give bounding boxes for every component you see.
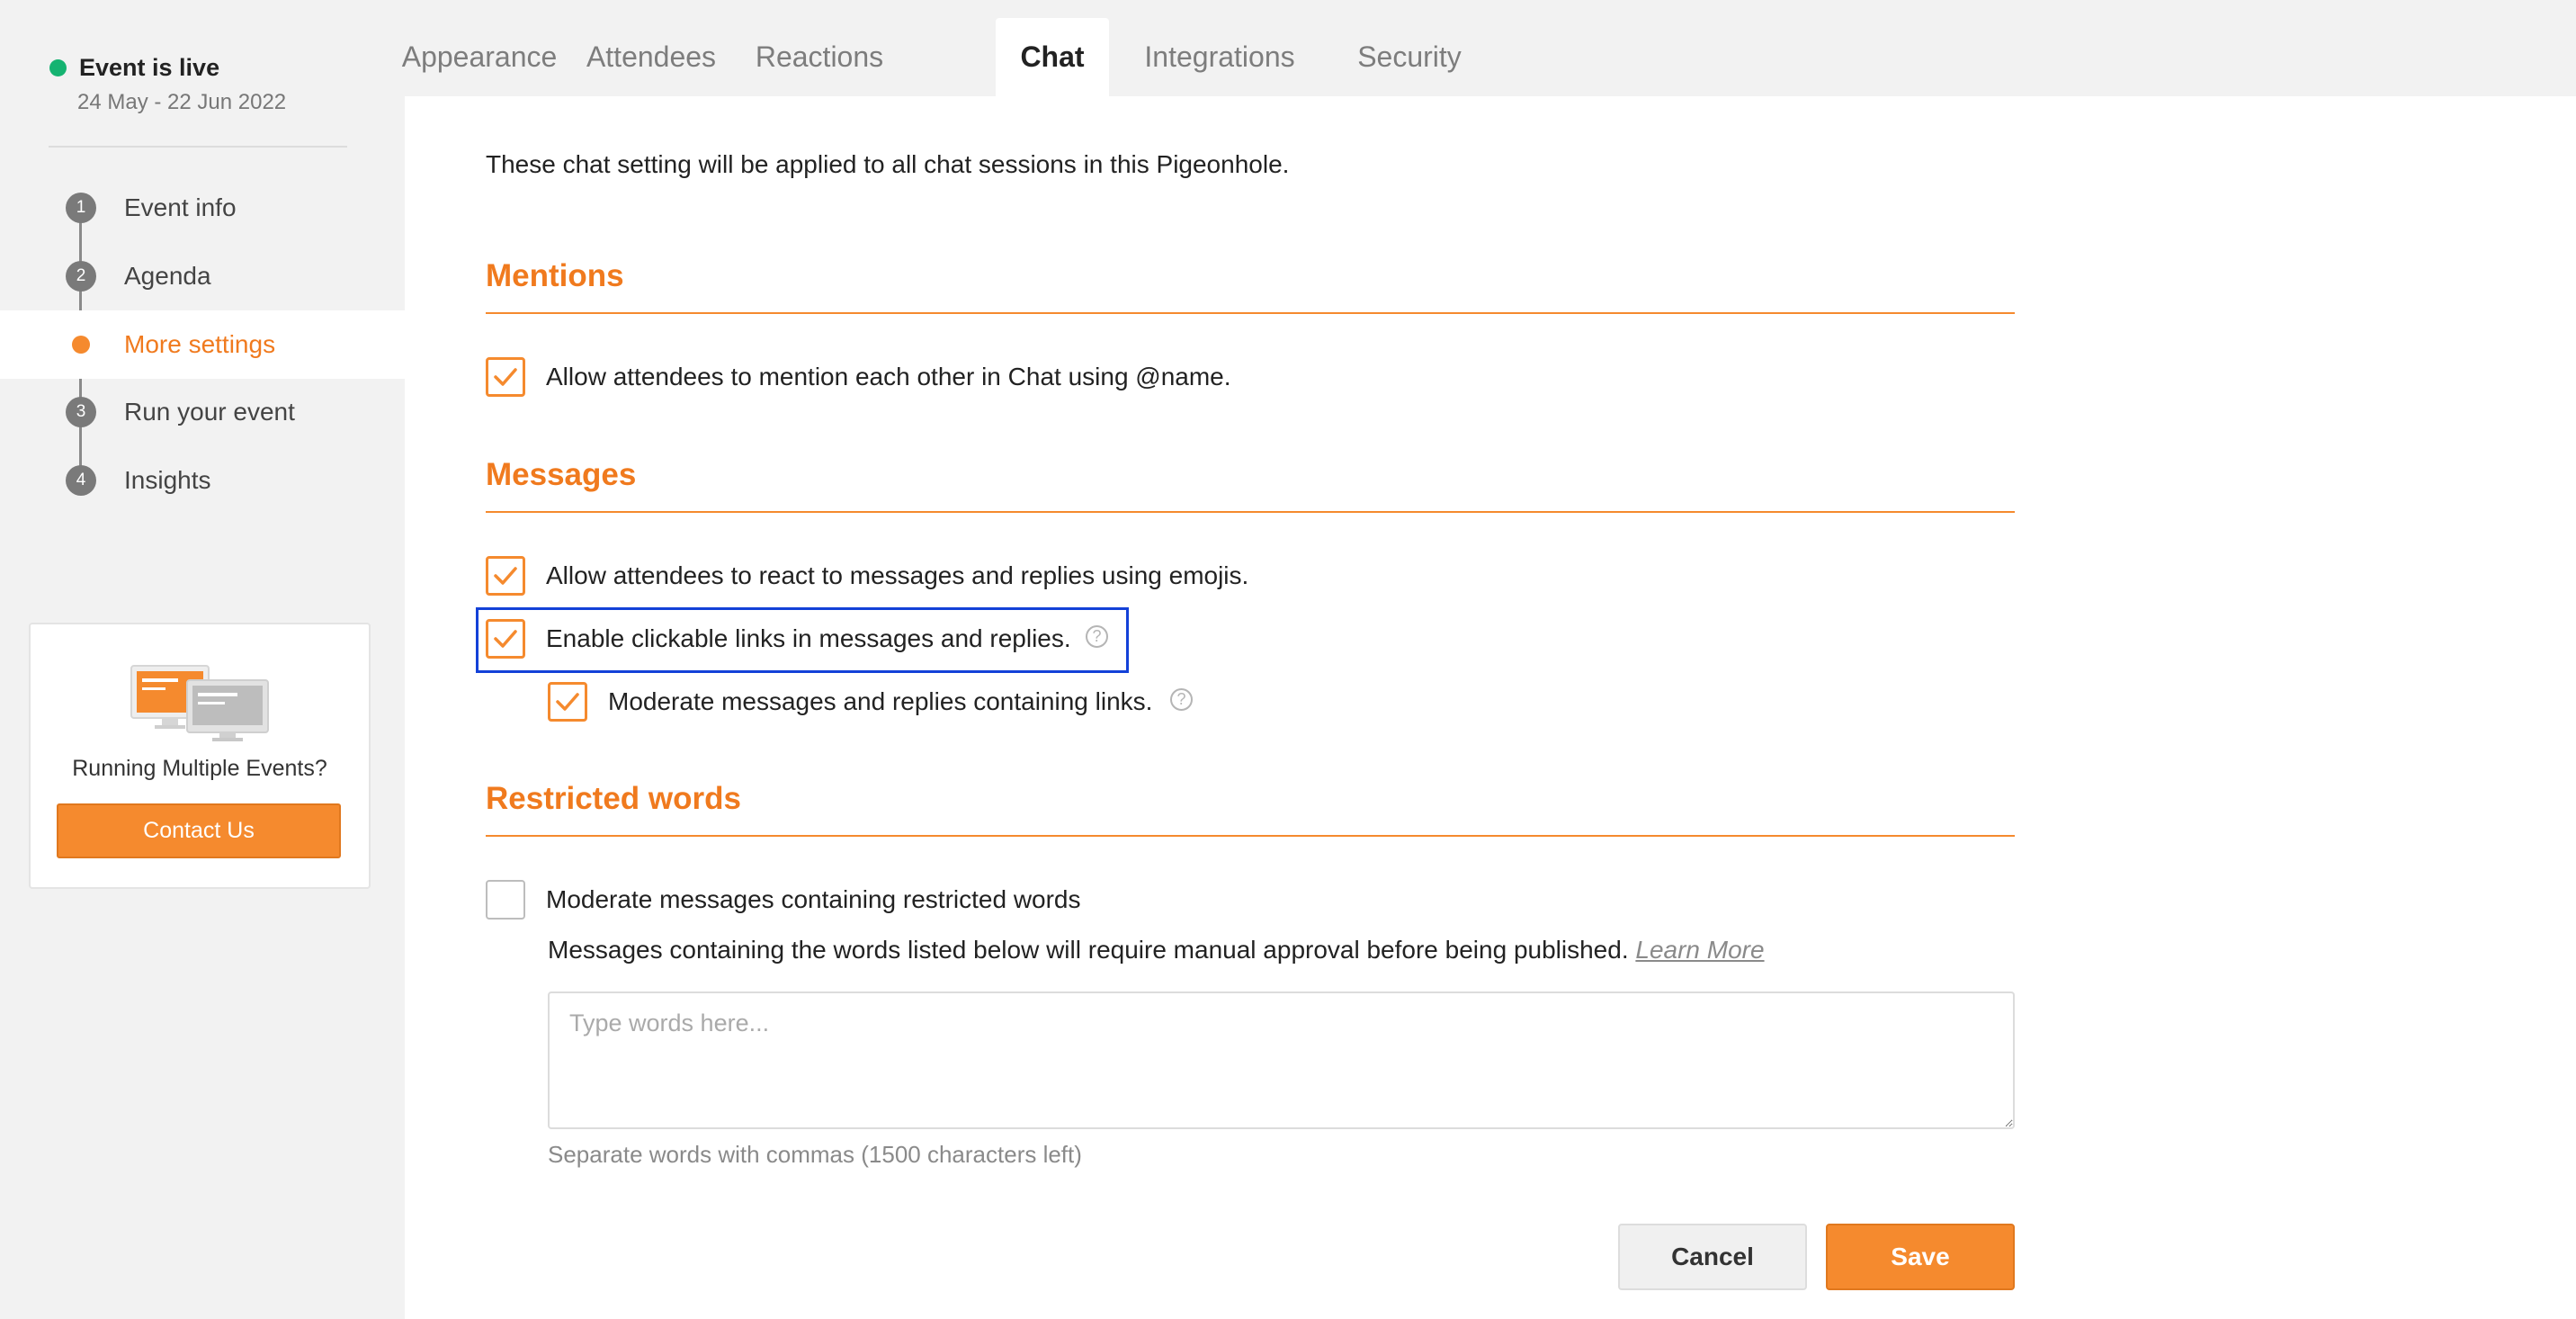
cancel-button[interactable]: Cancel — [1618, 1224, 1807, 1290]
restricted-words-description: Messages containing the words listed bel… — [548, 936, 1765, 965]
chat-settings-panel: These chat setting will be applied to al… — [405, 96, 2576, 1319]
tab-attendees[interactable]: Attendees — [577, 18, 725, 96]
event-dates: 24 May - 22 Jun 2022 — [77, 90, 287, 114]
restricted-words-input[interactable] — [548, 991, 2015, 1129]
clickable-links-label: Enable clickable links in messages and r… — [546, 624, 1071, 652]
tab-integrations[interactable]: Integrations — [1131, 18, 1308, 96]
restricted-words-divider — [486, 835, 2015, 837]
mentions-label: Allow attendees to mention each other in… — [546, 363, 1231, 390]
description-text: Messages containing the words listed bel… — [548, 936, 1629, 964]
messages-divider — [486, 511, 2015, 513]
multiple-events-promo: Running Multiple Events? Contact Us — [29, 623, 371, 889]
sidebar-step-insights[interactable]: 4 Insights — [0, 446, 405, 515]
restricted-words-heading: Restricted words — [486, 781, 741, 816]
step-number-badge: 4 — [66, 465, 96, 496]
tab-security[interactable]: Security — [1340, 18, 1479, 96]
intro-text: These chat setting will be applied to al… — [486, 150, 1290, 178]
moderate-links-checkbox[interactable] — [548, 682, 587, 722]
promo-text: Running Multiple Events? — [72, 756, 327, 781]
restricted-words-label: Moderate messages containing restricted … — [546, 885, 1081, 913]
step-number-badge: 3 — [66, 397, 96, 427]
step-label: More settings — [124, 330, 276, 358]
check-icon — [494, 630, 517, 648]
restricted-words-checkbox[interactable] — [486, 880, 525, 920]
step-label: Agenda — [124, 262, 211, 290]
tab-chat[interactable]: Chat — [996, 18, 1109, 96]
mentions-heading: Mentions — [486, 258, 624, 293]
step-number-badge: 1 — [66, 193, 96, 223]
current-step-dot — [72, 336, 90, 354]
live-status-dot — [49, 59, 67, 76]
sidebar-step-more-settings[interactable]: More settings — [0, 310, 405, 379]
messages-heading: Messages — [486, 457, 637, 492]
mentions-checkbox[interactable] — [486, 357, 525, 397]
save-button[interactable]: Save — [1826, 1224, 2015, 1290]
restricted-words-hint: Separate words with commas (1500 charact… — [548, 1141, 1082, 1168]
event-status: Event is live — [49, 54, 219, 82]
step-label: Run your event — [124, 398, 295, 426]
question-circle-icon[interactable]: ? — [1086, 625, 1108, 648]
check-icon — [494, 368, 517, 386]
monitors-illustration-icon — [130, 665, 269, 741]
sidebar: Event is live 24 May - 22 Jun 2022 1 Eve… — [0, 0, 405, 1319]
step-label: Event info — [124, 193, 237, 221]
contact-us-button[interactable]: Contact Us — [57, 803, 341, 858]
mentions-divider — [486, 312, 2015, 314]
settings-tabs: Appearance Attendees Reactions Chat Inte… — [402, 0, 2576, 96]
event-status-label: Event is live — [79, 54, 220, 81]
clickable-links-checkbox[interactable] — [486, 619, 525, 659]
check-icon — [494, 567, 517, 585]
emoji-reactions-checkbox[interactable] — [486, 556, 525, 596]
step-label: Insights — [124, 466, 211, 494]
learn-more-link[interactable]: Learn More — [1635, 936, 1764, 964]
sidebar-divider — [49, 146, 347, 148]
emoji-reactions-label: Allow attendees to react to messages and… — [546, 561, 1249, 589]
tab-reactions[interactable]: Reactions — [739, 18, 899, 96]
step-number-badge: 2 — [66, 261, 96, 292]
sidebar-step-agenda[interactable]: 2 Agenda — [0, 242, 405, 310]
tab-appearance[interactable]: Appearance — [402, 18, 558, 96]
moderate-links-label: Moderate messages and replies containing… — [608, 687, 1153, 715]
question-circle-icon[interactable]: ? — [1170, 688, 1193, 711]
check-icon — [556, 693, 579, 711]
sidebar-step-event-info[interactable]: 1 Event info — [0, 174, 405, 242]
sidebar-step-run-your-event[interactable]: 3 Run your event — [0, 378, 405, 446]
